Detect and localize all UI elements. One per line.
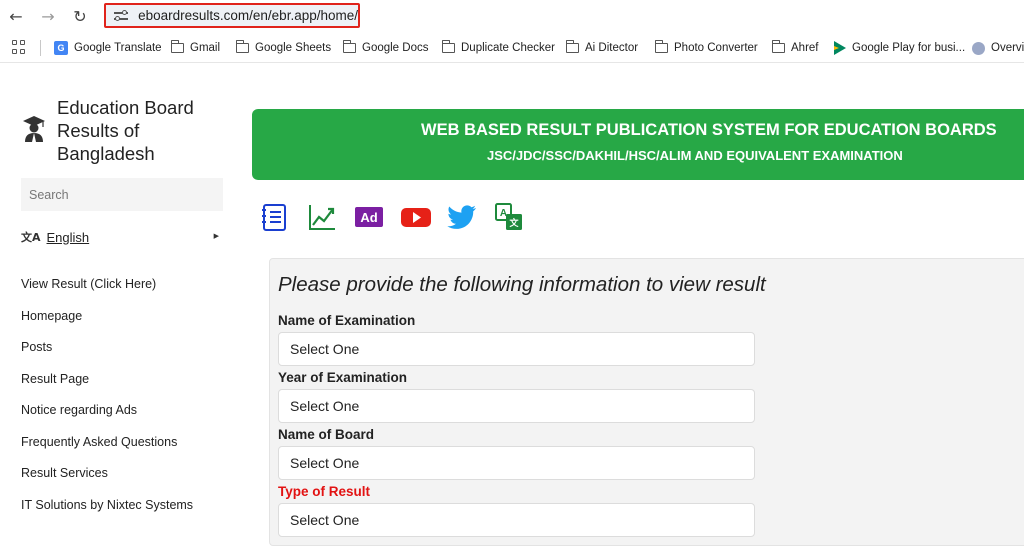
- bookmark-label: Overvie: [991, 42, 1024, 54]
- folder-icon: [654, 40, 668, 53]
- bookmark-label: Ahref: [791, 42, 819, 54]
- sidebar-item-faq[interactable]: Frequently Asked Questions: [21, 434, 231, 466]
- folder-icon: [235, 40, 249, 53]
- bookmark-label: Google Play for busi...: [852, 42, 966, 54]
- caret-right-icon[interactable]: ▶: [214, 232, 219, 240]
- svg-text:Ad: Ad: [360, 210, 377, 225]
- search-input[interactable]: [21, 178, 223, 211]
- banner-subtitle: JSC/JDC/SSC/DAKHIL/HSC/ALIM AND EQUIVALE…: [487, 148, 903, 163]
- exam-name-select[interactable]: Select One: [278, 332, 755, 366]
- result-type-value: Select One: [290, 512, 360, 528]
- folder-icon: [441, 40, 455, 53]
- language-label[interactable]: English: [47, 230, 90, 245]
- board-name-select[interactable]: Select One: [278, 446, 755, 480]
- result-type-label: Type of Result: [278, 484, 371, 499]
- bookmarks-bar: G Google Translate Gmail Google Sheets G…: [0, 33, 1024, 63]
- bookmarks-divider: [40, 40, 41, 56]
- board-name-value: Select One: [290, 455, 360, 471]
- folder-icon: [771, 40, 785, 53]
- forward-arrow-icon[interactable]: →: [36, 4, 60, 28]
- address-bar[interactable]: eboardresults.com/en/ebr.app/home/: [104, 3, 360, 28]
- exam-year-select[interactable]: Select One: [278, 389, 755, 423]
- board-name-label: Name of Board: [278, 427, 375, 442]
- bookmark-google-sheets[interactable]: Google Sheets: [235, 39, 332, 57]
- bookmark-ahref[interactable]: Ahref: [771, 39, 819, 57]
- bookmark-google-translate[interactable]: G Google Translate: [54, 39, 162, 57]
- exam-year-label: Year of Examination: [278, 370, 408, 385]
- bookmark-label: Duplicate Checker: [461, 42, 555, 54]
- graduate-logo-icon[interactable]: [22, 115, 46, 143]
- sidebar-item-posts[interactable]: Posts: [21, 339, 231, 371]
- header-banner: WEB BASED RESULT PUBLICATION SYSTEM FOR …: [252, 109, 1024, 180]
- folder-icon: [565, 40, 579, 53]
- url-text[interactable]: eboardresults.com/en/ebr.app/home/: [138, 8, 358, 23]
- bookmark-gmail[interactable]: Gmail: [170, 39, 221, 57]
- translate-icon[interactable]: A 文: [493, 201, 525, 233]
- sidebar-item-it-solutions[interactable]: IT Solutions by Nixtec Systems: [21, 497, 231, 529]
- twitter-icon[interactable]: [446, 201, 478, 233]
- sidebar-item-notice-ads[interactable]: Notice regarding Ads: [21, 402, 231, 434]
- sidebar-item-homepage[interactable]: Homepage: [21, 308, 231, 340]
- bookmark-label: Gmail: [190, 42, 221, 54]
- sidebar-item-result-services[interactable]: Result Services: [21, 465, 231, 497]
- bookmark-label: Google Docs: [362, 42, 429, 54]
- exam-name-value: Select One: [290, 341, 360, 357]
- sidebar-item-view-result[interactable]: View Result (Click Here): [21, 276, 231, 308]
- bookmark-ai-ditector[interactable]: Ai Ditector: [565, 39, 639, 57]
- result-type-select[interactable]: Select One: [278, 503, 755, 537]
- bookmark-label: Photo Converter: [674, 42, 758, 54]
- bookmark-label: Google Sheets: [255, 42, 332, 54]
- result-form: Please provide the following information…: [269, 258, 1024, 546]
- folder-icon: [342, 40, 356, 53]
- sidebar-item-result-page[interactable]: Result Page: [21, 371, 231, 403]
- ad-icon[interactable]: Ad: [353, 201, 385, 233]
- chart-icon[interactable]: [306, 201, 338, 233]
- site-title[interactable]: Education Board Results of Bangladesh: [57, 96, 227, 165]
- notice-icon[interactable]: [258, 201, 290, 233]
- folder-icon: [170, 40, 184, 53]
- bookmark-label: Google Translate: [74, 42, 162, 54]
- reload-icon[interactable]: ↻: [68, 4, 92, 28]
- svg-text:文: 文: [508, 217, 519, 229]
- google-translate-icon: G: [54, 41, 68, 55]
- bookmark-google-play[interactable]: Google Play for busi...: [834, 39, 965, 57]
- google-play-icon: [834, 41, 846, 55]
- banner-title: WEB BASED RESULT PUBLICATION SYSTEM FOR …: [421, 121, 997, 139]
- site-settings-icon[interactable]: [114, 9, 130, 23]
- bookmark-duplicate-checker[interactable]: Duplicate Checker: [441, 39, 555, 57]
- form-heading: Please provide the following information…: [278, 273, 766, 296]
- exam-name-label: Name of Examination: [278, 313, 416, 328]
- language-selector[interactable]: 文A English ▶: [21, 229, 221, 245]
- youtube-icon[interactable]: [400, 201, 432, 233]
- apps-grid-icon[interactable]: [12, 40, 26, 54]
- bookmark-overview[interactable]: Overvie: [972, 39, 1024, 57]
- exam-year-value: Select One: [290, 398, 360, 414]
- sidebar-nav: View Result (Click Here) Homepage Posts …: [21, 276, 231, 528]
- bookmark-photo-converter[interactable]: Photo Converter: [654, 39, 758, 57]
- bookmark-label: Ai Ditector: [585, 42, 639, 54]
- bookmark-google-docs[interactable]: Google Docs: [342, 39, 429, 57]
- globe-icon: [972, 41, 985, 55]
- browser-toolbar: ← → ↻ eboardresults.com/en/ebr.app/home/: [0, 0, 1024, 33]
- translate-icon: 文A: [21, 231, 41, 244]
- back-arrow-icon[interactable]: ←: [4, 4, 28, 28]
